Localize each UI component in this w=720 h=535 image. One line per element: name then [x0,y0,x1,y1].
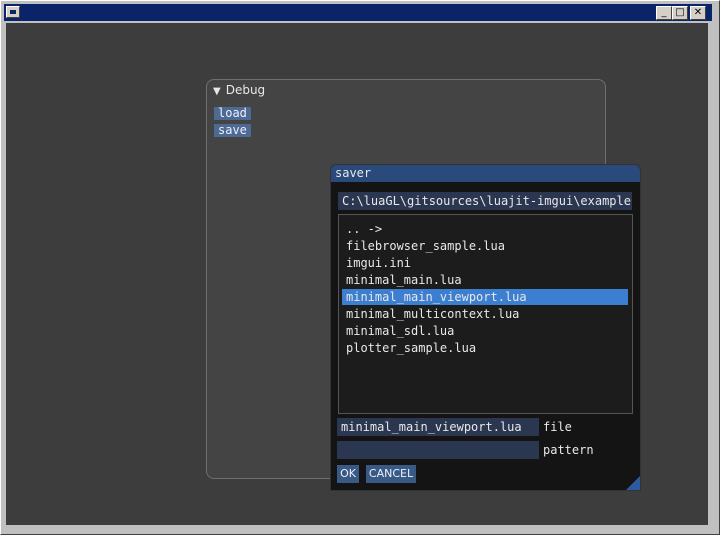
close-icon[interactable]: ✕ [690,6,706,20]
window-icon[interactable] [6,6,20,18]
pattern-label: pattern [543,443,594,457]
file-field[interactable]: minimal_main_viewport.lua [337,418,539,436]
list-item[interactable]: plotter_sample.lua [342,340,628,356]
list-item[interactable]: imgui.ini [342,255,628,271]
cancel-button[interactable]: CANCEL [366,465,416,483]
saver-title[interactable]: saver [331,165,640,182]
list-item[interactable]: minimal_sdl.lua [342,323,628,339]
app-window: _ □ ✕ ▼ Debug load save saver C:\luaGL\gi… [0,0,720,535]
list-item[interactable]: minimal_main.lua [342,272,628,288]
title-bar[interactable]: _ □ ✕ [4,4,712,21]
saver-dialog: saver C:\luaGL\gitsources\luajit-imgui\e… [330,164,641,491]
load-button[interactable]: load [214,107,251,120]
debug-window-title[interactable]: ▼ Debug [213,83,265,97]
debug-title-label: Debug [225,83,266,97]
list-item[interactable]: filebrowser_sample.lua [342,238,628,254]
collapse-arrow-icon[interactable]: ▼ [213,86,221,97]
list-item[interactable]: minimal_multicontext.lua [342,306,628,322]
resize-grip-icon[interactable] [626,476,640,490]
minimize-icon[interactable]: _ [656,6,672,20]
file-list[interactable]: .. -> filebrowser_sample.lua imgui.ini m… [338,214,633,414]
pattern-field[interactable] [337,441,539,459]
client-area: ▼ Debug load save saver C:\luaGL\gitsourc… [6,23,708,525]
maximize-icon[interactable]: □ [672,6,688,20]
save-button[interactable]: save [214,124,251,137]
list-item-selected[interactable]: minimal_main_viewport.lua [342,289,628,305]
list-item[interactable]: .. -> [342,221,628,237]
current-path: C:\luaGL\gitsources\luajit-imgui\example… [338,192,632,210]
file-label: file [543,420,572,434]
ok-button[interactable]: OK [337,465,359,483]
